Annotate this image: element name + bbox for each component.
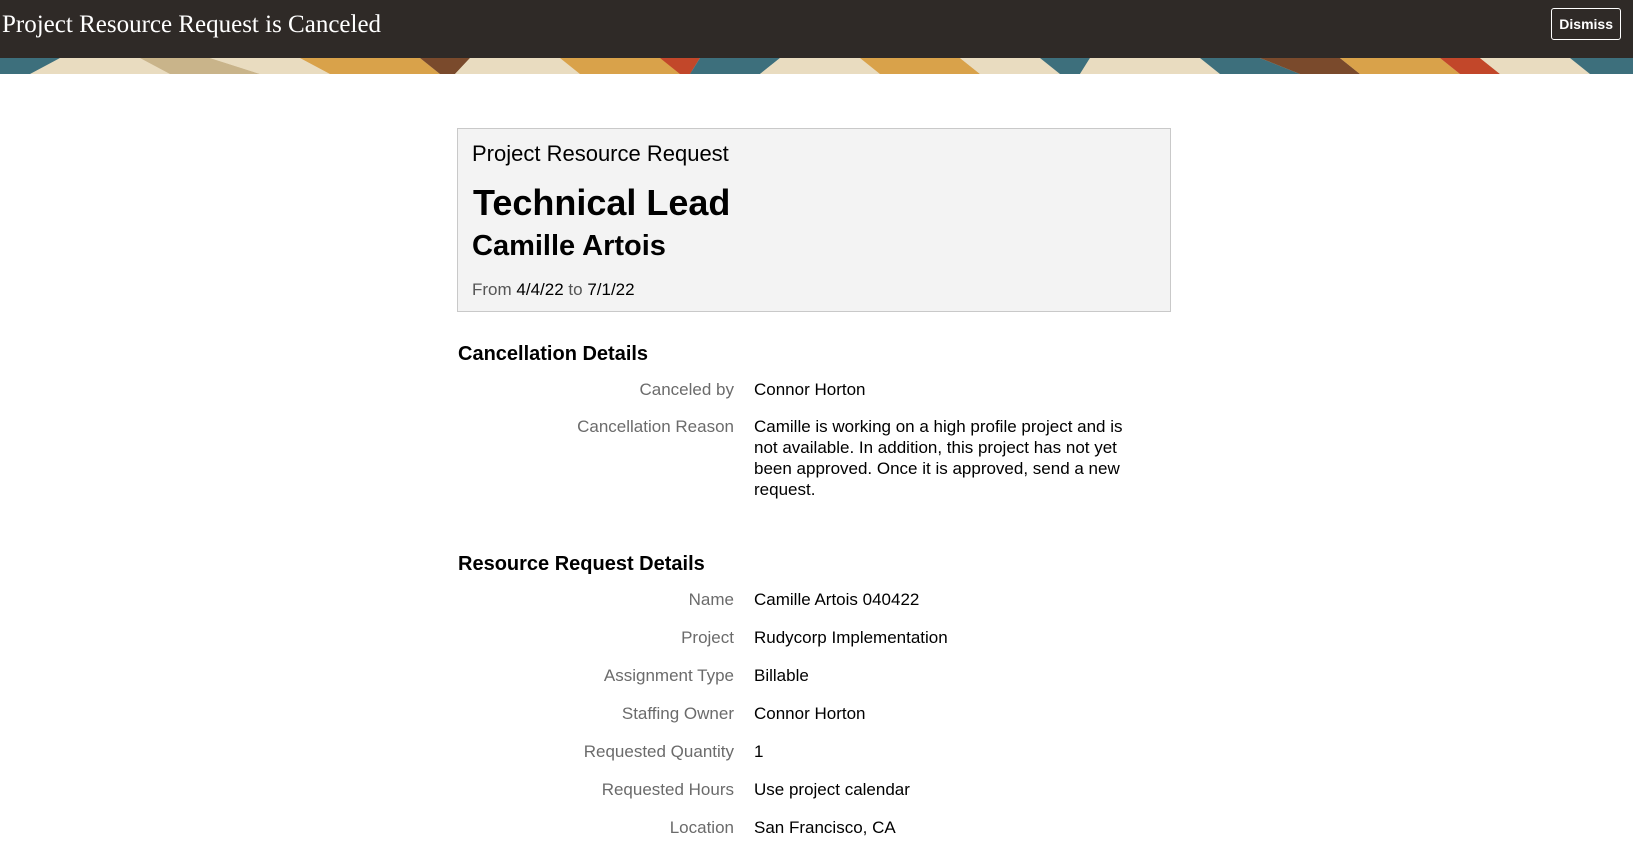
- field-value: Billable: [754, 666, 809, 685]
- field-label: Location: [669, 818, 734, 837]
- from-label: From: [472, 280, 512, 299]
- role-title: Technical Lead: [473, 182, 731, 223]
- field-value: Connor Horton: [754, 380, 866, 399]
- decorative-banner: [0, 58, 1633, 74]
- field-value: Camille Artois 040422: [754, 590, 920, 609]
- to-label: to: [568, 280, 583, 299]
- field-value: San Francisco, CA: [754, 818, 896, 837]
- banner-pattern: [0, 58, 1633, 74]
- page-title: Project Resource Request is Canceled: [2, 11, 382, 38]
- card-heading: Project Resource Request: [472, 141, 729, 166]
- field-label: Assignment Type: [603, 666, 734, 685]
- start-date: 4/4/22: [516, 280, 564, 299]
- field-label: Name: [688, 590, 734, 609]
- date-range: From 4/4/22 to 7/1/22: [472, 279, 635, 301]
- field-label: Cancellation Reason: [577, 417, 734, 436]
- resource-request-details-heading: Resource Request Details: [458, 553, 705, 575]
- field-label: Staffing Owner: [621, 704, 734, 723]
- notification-header: Project Resource Request is Canceled Dis…: [0, 0, 1633, 58]
- field-value: 1: [754, 742, 764, 761]
- field-value: Use project calendar: [754, 780, 910, 799]
- field-value: Rudycorp Implementation: [754, 628, 948, 647]
- dismiss-button[interactable]: Dismiss: [1551, 8, 1621, 40]
- field-label: Requested Quantity: [583, 742, 734, 761]
- field-label: Canceled by: [639, 380, 734, 399]
- end-date: 7/1/22: [587, 280, 635, 299]
- cancellation-details-heading: Cancellation Details: [458, 343, 649, 365]
- request-summary-card: Project Resource Request Technical Lead …: [457, 128, 1171, 312]
- field-label: Project: [681, 628, 734, 647]
- field-label: Requested Hours: [601, 780, 734, 799]
- field-value: Camille is working on a high profile pro…: [754, 417, 1123, 499]
- field-value: Connor Horton: [754, 704, 866, 723]
- person-name: Camille Artois: [472, 230, 666, 262]
